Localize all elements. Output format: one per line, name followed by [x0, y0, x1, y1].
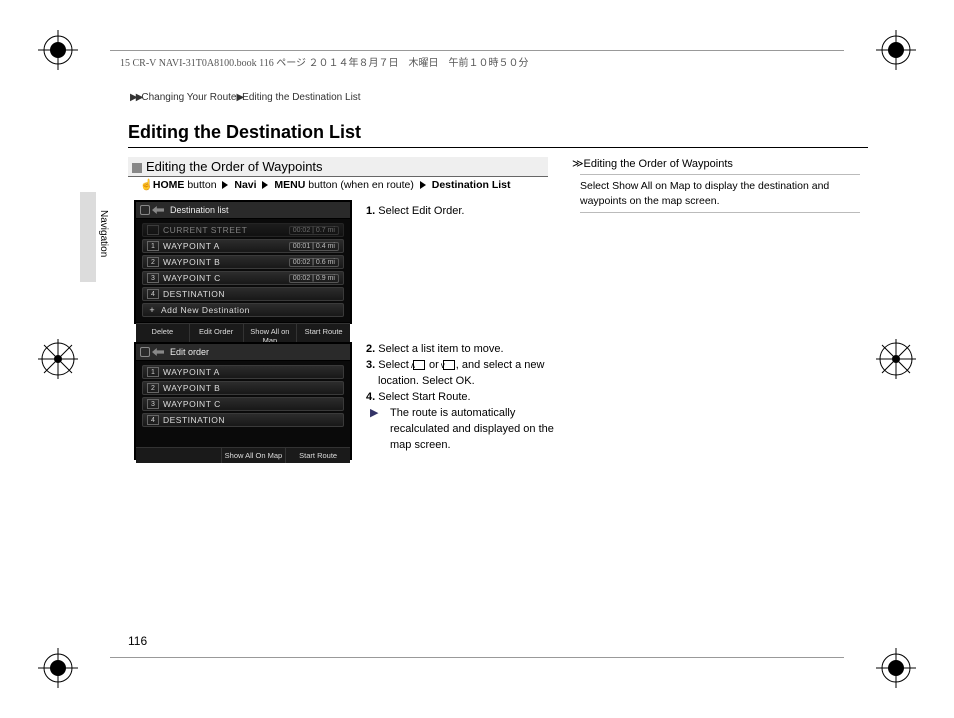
screen-header: Destination list [136, 202, 350, 219]
screen-header: Edit order [136, 344, 350, 361]
note-heading: ≫Editing the Order of Waypoints [572, 157, 733, 170]
add-destination-item[interactable]: +Add New Destination [142, 303, 344, 317]
subsection-title: Editing the Order of Waypoints [146, 159, 323, 174]
list-item[interactable]: 3WAYPOINT C [142, 397, 344, 411]
crop-mark-icon [876, 339, 916, 379]
step-1: 1. Select Edit Order. [366, 204, 566, 220]
steps-2-4: 2. Select a list item to move. 3. Select… [366, 342, 566, 454]
back-button[interactable] [140, 205, 164, 215]
screenshot-edit-order: Edit order 1WAYPOINT A 2WAYPOINT B 3WAYP… [134, 342, 352, 460]
plus-icon: + [147, 305, 157, 315]
crop-mark-icon [38, 30, 78, 70]
side-section-label: Navigation [98, 210, 109, 257]
list-item[interactable]: 2WAYPOINT B [142, 381, 344, 395]
square-bullet-icon [132, 163, 142, 173]
screenshot-destination-list: Destination list CURRENT STREET00:02 | 0… [134, 200, 352, 324]
nav-home: HOME [153, 179, 185, 191]
nav-path: ☝ HOME button Navi MENU button (when en … [140, 178, 511, 191]
show-all-on-map-button[interactable]: Show All On Map [222, 448, 287, 463]
footer-rule [110, 657, 844, 658]
show-all-on-map-term: Show All on Map [612, 180, 690, 192]
result-triangle-icon: ▶ [380, 406, 390, 422]
down-arrow-icon: ∨ [443, 360, 455, 370]
back-arrow-icon [152, 348, 164, 356]
start-route-button[interactable]: Start Route [286, 448, 350, 463]
screen-list: CURRENT STREET00:02 | 0.7 mi 1WAYPOINT A… [136, 219, 350, 323]
print-header: 15 CR-V NAVI-31T0A8100.book 116 ページ ２０１４… [120, 54, 529, 69]
list-item[interactable]: 1WAYPOINT A [142, 365, 344, 379]
screen-title: Destination list [170, 205, 229, 215]
back-button[interactable] [140, 347, 164, 357]
triangle-icon [420, 181, 426, 189]
subsection-heading: Editing the Order of Waypoints [128, 157, 548, 177]
crop-mark-icon [876, 30, 916, 70]
breadcrumb: ▶▶Changing Your Route▶Editing the Destin… [130, 92, 361, 103]
list-item[interactable]: CURRENT STREET00:02 | 0.7 mi [142, 223, 344, 237]
breadcrumb-b: Editing the Destination List [242, 92, 360, 103]
crop-mark-icon [876, 648, 916, 688]
home-icon [140, 347, 150, 357]
page-number: 116 [128, 634, 147, 648]
nav-navi: Navi [234, 179, 256, 191]
crop-mark-icon [38, 339, 78, 379]
list-item[interactable]: 2WAYPOINT B00:02 | 0.6 mi [142, 255, 344, 269]
screen-button-bar: Show All On Map Start Route [136, 447, 350, 463]
title-rule [128, 147, 868, 148]
side-tab [80, 192, 96, 282]
screen-list: 1WAYPOINT A 2WAYPOINT B 3WAYPOINT C 4DES… [136, 361, 350, 433]
list-item[interactable]: 4DESTINATION [142, 287, 344, 301]
edit-order-term: Edit Order [412, 205, 462, 217]
list-item[interactable]: 4DESTINATION [142, 413, 344, 427]
note-marker-icon: ≫ [572, 158, 581, 170]
hand-icon: ☝ [140, 178, 150, 191]
start-route-term: Start Route [412, 391, 468, 403]
breadcrumb-a: Changing Your Route [141, 92, 236, 103]
triangle-icon [222, 181, 228, 189]
home-icon [140, 205, 150, 215]
note-body: Select Show All on Map to display the de… [580, 174, 860, 213]
page-title: Editing the Destination List [128, 122, 361, 143]
triangle-icon [262, 181, 268, 189]
screen-title: Edit order [170, 347, 209, 357]
list-item[interactable]: 3WAYPOINT C00:02 | 0.9 mi [142, 271, 344, 285]
list-item[interactable]: 1WAYPOINT A00:01 | 0.4 mi [142, 239, 344, 253]
back-arrow-icon [152, 206, 164, 214]
ok-term: OK [456, 375, 472, 387]
nav-dest: Destination List [432, 179, 511, 191]
nav-menu: MENU [274, 179, 305, 191]
crop-mark-icon [38, 648, 78, 688]
header-rule [110, 50, 844, 51]
up-arrow-icon: ∧ [413, 360, 425, 370]
